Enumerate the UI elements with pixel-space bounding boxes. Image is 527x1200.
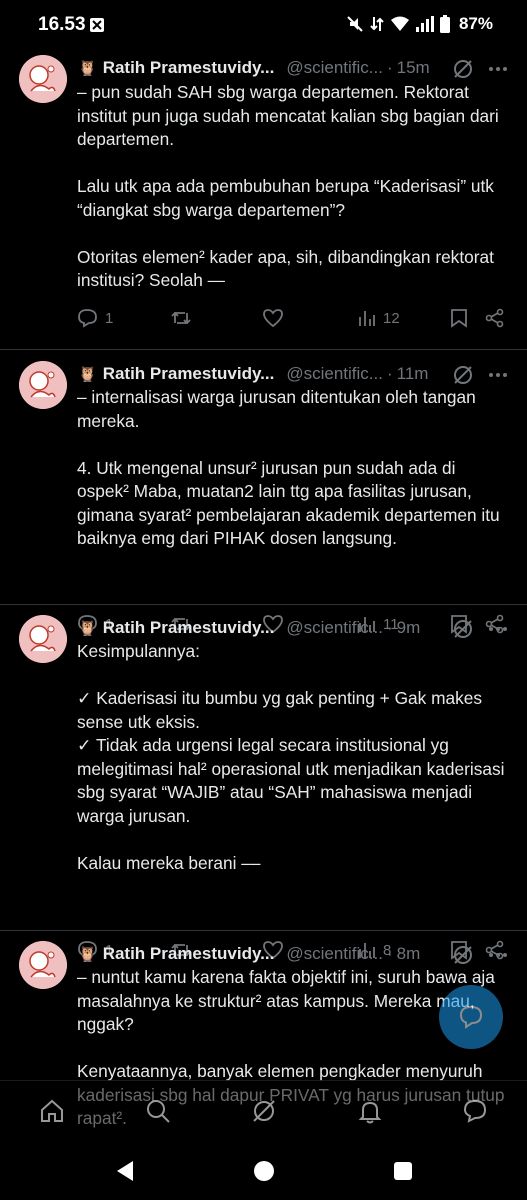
like-icon [262,308,284,328]
views-button[interactable]: 12 [357,308,400,328]
views-count: 12 [383,309,400,327]
divider [0,604,527,605]
author-handle[interactable]: @scientific... [286,364,383,384]
status-bar: 16.53 87% [0,0,527,52]
tweet-time[interactable]: 11m [397,364,429,384]
reply-icon [77,308,99,328]
separator: · [386,364,393,383]
battery-icon [439,15,450,33]
home-button[interactable] [253,1160,275,1182]
share-button[interactable] [485,308,505,328]
avatar[interactable] [19,615,67,663]
home-nav-button[interactable] [38,1097,66,1125]
reply-button[interactable]: 1 [77,308,113,328]
home-icon [38,1097,66,1125]
wifi-icon [390,16,410,32]
tweet-header: 🦉 Ratih Pramestuvidy... @scientific... ·… [78,616,508,640]
reply-count: 1 [105,309,114,327]
avatar[interactable] [19,55,67,103]
more-icon[interactable] [488,626,508,632]
bottom-navigation [0,1080,527,1143]
bell-icon [356,1097,384,1125]
status-time: 16.53 [38,14,86,35]
search-icon [144,1097,172,1125]
separator: · [386,618,393,637]
tweet-text: – pun sudah SAH sbg warga departemen. Re… [77,82,499,290]
bookmark-button[interactable] [450,308,468,328]
tweet-text: Kesimpulannya: ✓ Kaderisasi itu bumbu yg… [77,641,505,873]
signal-icon [415,16,434,32]
tweet-time[interactable]: 9m [397,618,421,638]
compose-fab-button[interactable] [439,985,503,1049]
retweet-icon [170,308,192,328]
tweet-time[interactable]: 15m [397,58,430,78]
grok-icon[interactable] [452,618,474,640]
tweet-header: 🦉 Ratih Pramestuvidy... @scientific... ·… [78,942,508,966]
search-nav-button[interactable] [144,1097,172,1125]
tweet-header: 🦉 Ratih Pramestuvidy... @scientific... ·… [78,362,508,386]
grok-icon[interactable] [452,944,474,966]
author-handle[interactable]: @scientific... [286,58,383,78]
more-icon[interactable] [488,372,508,378]
back-button[interactable] [115,1160,135,1182]
like-button[interactable] [262,308,284,328]
author-name[interactable]: Ratih Pramestuvidy... [103,364,275,384]
mute-icon [346,15,364,33]
more-icon[interactable] [488,952,508,958]
author-handle[interactable]: @scientific... [286,618,383,638]
tweet-actions: 1 12 [77,308,507,332]
avatar[interactable] [19,941,67,989]
tweet-header: 🦉 Ratih Pramestuvidy... @scientific... ·… [78,56,508,80]
grok-icon[interactable] [452,58,474,80]
notification-icon [89,17,105,33]
author-handle[interactable]: @scientific... [286,944,383,964]
chat-bubble-icon [457,1003,485,1031]
retweet-button[interactable] [170,308,192,328]
author-name[interactable]: Ratih Pramestuvidy... [103,618,275,638]
owl-icon: 🦉 [78,366,97,383]
author-name[interactable]: Ratih Pramestuvidy... [103,58,275,78]
recents-button[interactable] [393,1161,413,1181]
avatar[interactable] [19,361,67,409]
views-icon [357,308,377,328]
messages-nav-button[interactable] [461,1097,489,1125]
tweet-text: – internalisasi warga jurusan ditentukan… [77,387,500,548]
notifications-nav-button[interactable] [356,1097,384,1125]
share-icon [485,308,505,328]
grok-icon [250,1097,278,1125]
tweet-time[interactable]: 8m [397,944,421,964]
divider [0,349,527,350]
owl-icon: 🦉 [78,60,97,77]
separator: · [386,58,393,77]
more-icon[interactable] [488,66,508,72]
grok-icon[interactable] [452,364,474,386]
chat-bubble-icon [461,1097,489,1125]
owl-icon: 🦉 [78,620,97,637]
data-transfer-icon [370,15,384,33]
owl-icon: 🦉 [78,946,97,963]
bookmark-icon [450,308,468,328]
battery-percent: 87% [458,14,493,33]
author-name[interactable]: Ratih Pramestuvidy... [103,944,275,964]
separator: · [386,944,393,963]
divider [0,930,527,931]
grok-nav-button[interactable] [250,1097,278,1125]
system-navigation-bar [0,1142,527,1200]
